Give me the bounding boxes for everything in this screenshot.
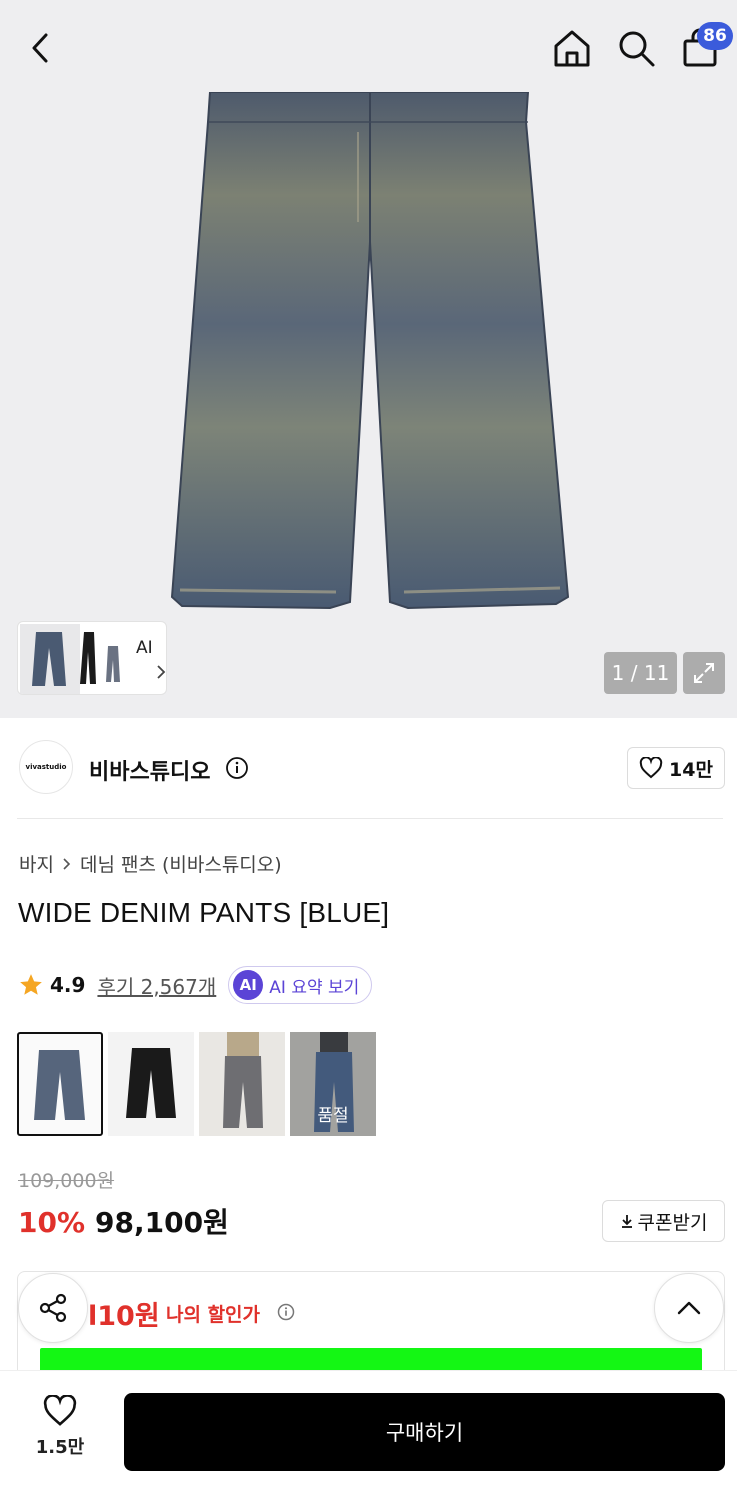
review-count-link[interactable]: 후기 2,567개 <box>97 971 216 1000</box>
coupon-label: 쿠폰받기 <box>637 1211 708 1234</box>
coupon-button[interactable]: 쿠폰받기 <box>602 1200 725 1242</box>
back-button[interactable] <box>18 26 62 70</box>
thumbnail-ai-label: AI <box>136 638 153 658</box>
cart-count-badge: 86 <box>697 22 733 50</box>
expand-icon <box>694 663 714 683</box>
rating-row: 4.9 후기 2,567개 AI AI 요약 보기 <box>18 966 373 1004</box>
brand-like-count: 14만 <box>669 758 713 781</box>
home-button[interactable] <box>550 26 594 70</box>
brand-logo[interactable]: vivastudio <box>19 740 73 794</box>
top-navigation-bar: 86 <box>0 0 737 92</box>
divider <box>17 818 723 819</box>
search-icon <box>619 31 655 67</box>
info-icon[interactable] <box>225 756 249 780</box>
download-icon <box>621 1215 632 1228</box>
chevron-left-icon <box>32 33 48 63</box>
expand-button[interactable] <box>683 652 725 694</box>
variant-option[interactable]: 품절 <box>290 1032 376 1136</box>
brand-row: vivastudio 비바스튜디오 14만 <box>0 718 737 818</box>
product-photo <box>170 92 570 610</box>
chevron-up-icon <box>677 1301 701 1315</box>
rating-value: 4.9 <box>50 973 86 997</box>
ai-summary-button[interactable]: AI AI 요약 보기 <box>228 966 373 1004</box>
chevron-right-icon <box>63 857 71 870</box>
chevron-right-icon <box>157 665 166 679</box>
original-price: 109,000원 <box>18 1170 115 1192</box>
brand-like-button[interactable]: 14만 <box>627 747 725 789</box>
home-icon <box>554 30 590 67</box>
share-button[interactable] <box>18 1273 88 1343</box>
breadcrumb-subcategory[interactable]: 데님 팬츠 (비바스튜디오) <box>80 850 282 877</box>
star-icon <box>20 974 42 995</box>
buy-button[interactable]: 구매하기 <box>124 1393 725 1471</box>
breadcrumb: 바지 데님 팬츠 (비바스튜디오) <box>19 850 282 877</box>
variant-option[interactable] <box>17 1032 103 1136</box>
my-discount-label: 나의 할인가 <box>166 1304 261 1326</box>
variant-option[interactable] <box>108 1032 194 1136</box>
heart-icon <box>639 757 663 779</box>
heart-icon <box>43 1394 77 1426</box>
color-variant-list: 품절 <box>17 1032 376 1136</box>
image-counter: 1 / 11 <box>604 652 677 694</box>
ai-thumbnail-strip[interactable]: AI <box>17 621 167 695</box>
variant-thumbnail <box>223 1032 263 1128</box>
share-icon <box>39 1293 67 1323</box>
thumbnail-images <box>20 624 120 694</box>
info-icon[interactable] <box>277 1303 295 1321</box>
collapse-button[interactable] <box>654 1273 724 1343</box>
variant-thumbnail <box>126 1048 176 1118</box>
wishlist-count: 1.5만 <box>35 1437 85 1458</box>
bottom-action-bar: 1.5만 구매하기 <box>0 1370 737 1500</box>
product-title: WIDE DENIM PANTS [BLUE] <box>18 897 390 928</box>
brand-logo-text: vivastudio <box>25 763 67 771</box>
wishlist-button[interactable]: 1.5만 <box>20 1394 100 1459</box>
product-image-gallery[interactable]: 86 AI 1 / 11 <box>0 0 737 718</box>
ai-badge-icon: AI <box>233 970 264 1000</box>
variant-thumbnail <box>34 1050 85 1120</box>
breadcrumb-category[interactable]: 바지 <box>19 850 54 877</box>
price-row: 10% 98,100원 <box>18 1201 229 1241</box>
search-button[interactable] <box>614 26 658 70</box>
my-discount-price: l10원 <box>88 1301 160 1332</box>
ai-summary-label: AI 요약 보기 <box>269 977 360 998</box>
sale-price: 98,100원 <box>95 1206 229 1239</box>
discount-rate: 10% <box>18 1206 86 1239</box>
soldout-overlay: 품절 <box>290 1032 376 1136</box>
brand-name[interactable]: 비바스튜디오 <box>89 754 210 786</box>
variant-option[interactable] <box>199 1032 285 1136</box>
